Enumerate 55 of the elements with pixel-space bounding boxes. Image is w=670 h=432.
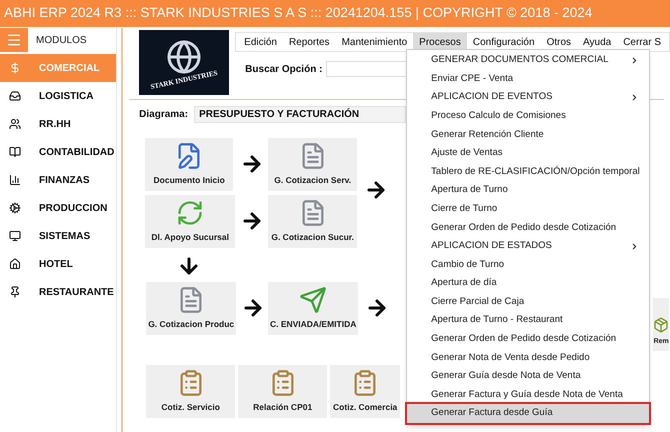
module-icon (9, 202, 21, 214)
package-icon (653, 316, 670, 332)
diagram-node-button[interactable]: Relación CP01 (238, 365, 328, 418)
diagram-node-button[interactable]: G. Cotizacion Sucur. (268, 195, 358, 248)
menubar-item[interactable]: Edición (238, 33, 283, 51)
module-icon (9, 174, 21, 186)
dropdown-item[interactable]: Generar Retención Cliente (407, 125, 650, 144)
search-label: Buscar Opción : (245, 62, 322, 76)
dropdown-item[interactable]: Cambio de Turno (407, 256, 650, 274)
module-icon (9, 146, 21, 158)
dropdown-item[interactable]: Cierre de Turno (407, 200, 650, 218)
sidebar-header: MODULOS (36, 34, 87, 48)
dropdown-item[interactable]: Proceso Calculo de Comisiones (407, 106, 650, 126)
dropdown-item[interactable]: Apertura de Turno - Restaurant (407, 311, 650, 330)
diagram-label: Diagrama: (139, 108, 188, 122)
dropdown-item[interactable]: Generar Guía desde Nota de Venta (407, 367, 650, 386)
dropdown-item[interactable]: Generar Orden de Pedido desde Cotización (407, 330, 650, 348)
diagram-node-button[interactable]: Documento Inicio (145, 138, 234, 191)
dropdown-item[interactable]: Generar Nota de Venta desde Pedido (407, 348, 650, 368)
dropdown-item[interactable]: Generar Orden de Pedido desde Cotización (407, 218, 650, 237)
cycle-arrows-icon (176, 199, 204, 228)
diagram-node-button[interactable]: C. ENVIADA/EMITIDA (268, 282, 358, 335)
dropdown-item[interactable]: Apertura de Turno (407, 181, 650, 200)
diagram-select[interactable]: PRESUPUESTO Y FACTURACIÓN (194, 106, 406, 123)
dropdown-item[interactable]: Tablero de RE-CLASIFICACIÓN/Opción temporal (407, 162, 650, 182)
diagram-node-button[interactable]: Cotiz. Servicio (146, 365, 236, 418)
dropdown-item[interactable]: APLICACION DE EVENTOS (407, 88, 650, 107)
module-icon (9, 62, 21, 74)
menubar-item[interactable]: Otros (540, 33, 578, 51)
dropdown-item[interactable]: Generar Factura desde Guía (407, 404, 650, 423)
menubar-item[interactable]: Cerrar S (617, 33, 667, 51)
dropdown-item[interactable]: Cierre Parcial de Caja (407, 292, 650, 312)
module-icon (9, 258, 21, 270)
menubar-item[interactable]: Mantenimiento (336, 33, 414, 51)
diagram-node-button[interactable]: G. Cotizacion Produc (146, 282, 236, 335)
menu-button[interactable] (0, 28, 28, 52)
dropdown-item[interactable]: APLICACION DE ESTADOS (407, 236, 650, 256)
dropdown-item[interactable]: Enviar CPE - Venta (407, 70, 650, 88)
diagram-node-button[interactable]: G. Cotizacion Serv. (268, 138, 358, 191)
dropdown-item[interactable]: GENERAR DOCUMENTOS COMERCIAL (407, 51, 650, 70)
dropdown-item[interactable]: Apertura de día (407, 274, 650, 293)
module-icon (9, 286, 21, 298)
module-icon (9, 90, 21, 102)
diagram-node-button[interactable]: Dl. Apoyo Sucursal (145, 195, 236, 248)
window-title: ABHI ERP 2024 R3 ::: STARK INDUSTRIES S A S ::: 20241204.155 | COPYRIGHT © 2018 - 2024 (4, 4, 592, 22)
dropdown-item[interactable]: Generar Factura y Guía desde Nota de Venta (407, 386, 650, 404)
module-icon (9, 118, 21, 130)
menubar-item[interactable]: Reportes (282, 33, 336, 51)
module-icon (9, 230, 21, 242)
send-icon (299, 286, 328, 314)
menubar-item[interactable]: Ayuda (577, 33, 618, 51)
diagram-node-button[interactable]: Cotiz. Comercia (330, 365, 400, 418)
dropdown-item[interactable]: Ajuste de Ventas (407, 144, 650, 163)
menubar-item[interactable]: Configuración (466, 33, 541, 51)
menu-icon (6, 32, 22, 48)
